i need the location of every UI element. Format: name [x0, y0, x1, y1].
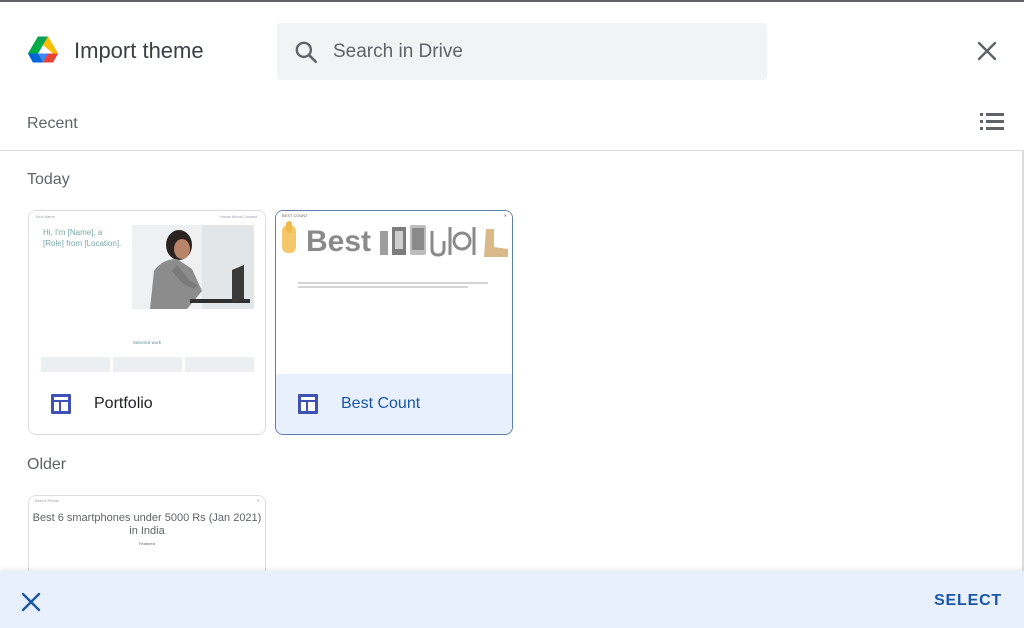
card-footer: Portfolio [29, 374, 265, 434]
dialog-header: Import theme [0, 2, 1024, 100]
thumbnail-older: Best 6 Phone ✕ Best 6 smartphones under … [29, 496, 265, 571]
search-input[interactable] [333, 23, 753, 80]
google-drive-icon [28, 36, 58, 63]
import-theme-dialog: Import theme Recent Today [0, 0, 1024, 628]
thumbnail-best-count: BEST COUNT ✕ Best [276, 211, 512, 374]
thumbnail-portfolio: Your Name Home About Contact Hi, I'm [Na… [29, 211, 265, 374]
thumb-header: Best 6 Phone [35, 498, 60, 503]
dialog-title: Import theme [74, 38, 204, 63]
thumb-close-mark: ✕ [256, 498, 260, 503]
select-button[interactable]: SELECT [934, 592, 1002, 610]
thumb-text-line [298, 286, 468, 288]
person-laptop-image [132, 225, 254, 309]
recent-label: Recent [27, 115, 78, 132]
close-dialog-icon[interactable] [972, 36, 1002, 66]
thumb-close-mark: ✕ [503, 213, 507, 218]
search-bar[interactable] [277, 23, 767, 80]
list-view-icon[interactable] [978, 110, 1006, 134]
site-template-icon [298, 394, 318, 414]
recent-bar: Recent [0, 100, 1024, 151]
thumb-selected-work: Selected work [132, 340, 162, 345]
thumb-logo-text: Best [306, 225, 371, 258]
thumb-greeting: Hi, I'm [Name], a [Role] from [Location]… [43, 228, 122, 248]
thumb-work-tile [185, 357, 254, 372]
file-name: Portfolio [94, 395, 153, 412]
thumb-title: Best 6 smartphones under 5000 Rs (Jan 20… [32, 512, 262, 537]
search-icon[interactable] [293, 39, 319, 65]
card-footer: Best Count [276, 374, 512, 434]
section-older-label: Older [27, 456, 67, 473]
file-card-portfolio[interactable]: Your Name Home About Contact Hi, I'm [Na… [28, 210, 266, 435]
best-count-logo: Best [282, 221, 508, 258]
action-bar: SELECT [0, 571, 1024, 628]
thumb-nav: Home About Contact [220, 214, 257, 219]
file-card-older[interactable]: Best 6 Phone ✕ Best 6 smartphones under … [28, 495, 266, 571]
close-icon[interactable] [20, 591, 42, 613]
thumb-header: BEST COUNT [282, 213, 308, 218]
file-card-best-count[interactable]: BEST COUNT ✕ Best Best Count [275, 210, 513, 435]
file-name: Best Count [341, 395, 421, 412]
thumb-header: Your Name [35, 214, 55, 219]
thumb-work-tile [113, 357, 182, 372]
thumb-work-tile [41, 357, 110, 372]
file-grid: Today Your Name Home About Contact Hi, I… [0, 151, 1024, 571]
site-template-icon [51, 394, 71, 414]
thumb-subtitle: Featured [138, 541, 155, 546]
section-today-label: Today [27, 171, 70, 188]
thumb-text-line [298, 282, 488, 284]
